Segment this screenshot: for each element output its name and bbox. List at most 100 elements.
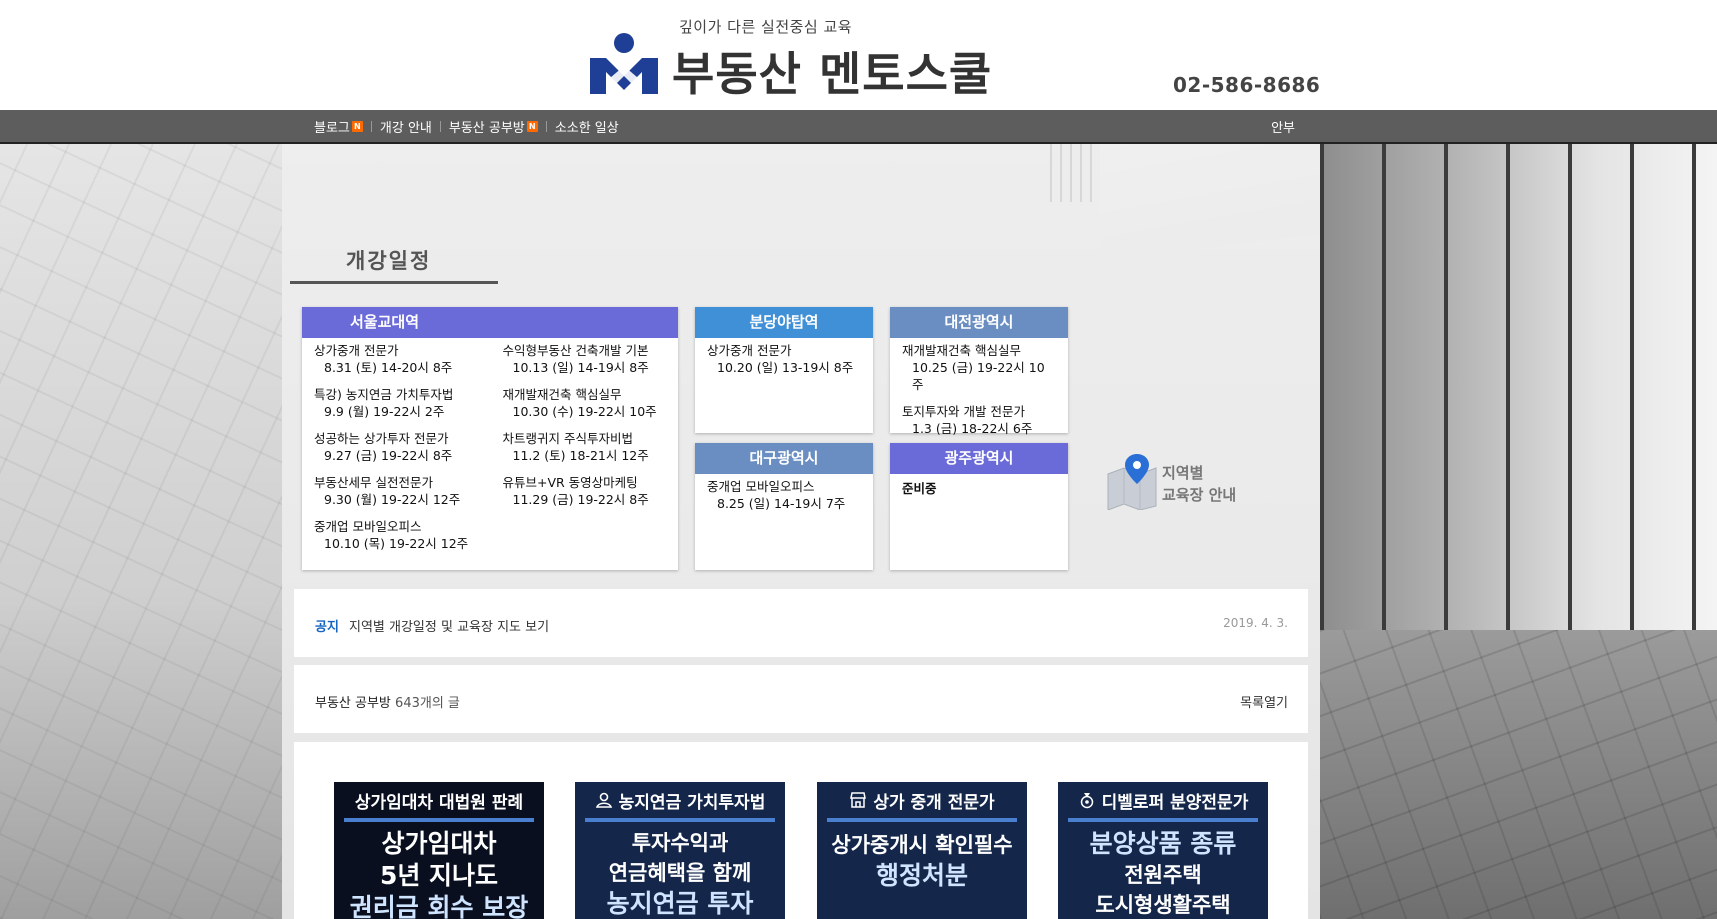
- post-thumbnail[interactable]: 디벨로퍼 분양전문가 분양상품 종류 전원주택 도시형생활주택: [1058, 782, 1268, 919]
- schedule-item[interactable]: 중개업 모바일오피스 8.25 (일) 14-19시 7주: [707, 478, 861, 512]
- schedule-item[interactable]: 중개업 모바일오피스 10.10 (목) 19-22시 12주: [314, 518, 503, 552]
- thumbnail-line: 상가임대차: [381, 829, 497, 858]
- bag-icon: [1080, 793, 1093, 809]
- course-time: 8.31 (토) 14-20시 8주: [324, 360, 453, 375]
- thumbnail-line: 분양상품 종류: [1089, 829, 1237, 858]
- thumbnail-gallery: 상가임대차 대법원 판례 상가임대차 5년 지나도 권리금 회수 보장 농지연금…: [294, 742, 1308, 919]
- map-pin-icon: [1107, 454, 1157, 511]
- schedule-item[interactable]: 부동산세무 실전전문가 9.30 (월) 19-22시 12주: [314, 474, 503, 508]
- notice-date: 2019. 4. 3.: [1223, 616, 1288, 630]
- schedule-item[interactable]: 차트랭귀지 주식투자비법 11.2 (토) 18-21시 12주: [503, 430, 667, 464]
- phone-number: 02-586-8686: [1173, 73, 1321, 97]
- course-name: 상가중개 전문가: [314, 343, 399, 358]
- thumbnail-header: 농지연금 가치투자법: [575, 782, 785, 818]
- schedule-item[interactable]: 유튜브+VR 동영상마케팅 11.29 (금) 19-22시 8주: [503, 474, 667, 508]
- site-header: 깊이가 다른 실전중심 교육 부동산 멘토스쿨 02-586-8686: [0, 0, 1717, 110]
- nav-divider: [439, 120, 441, 132]
- top-nav-inner: 블로그 N 개강 안내 부동산 공부방 N 소소한 일상 안부: [314, 110, 1295, 142]
- nav-item-label: 개강 안내: [379, 120, 432, 136]
- schedule-card-gwangju[interactable]: 광주광역시 준비중: [890, 443, 1068, 570]
- course-name: 재개발재건축 핵심실무: [502, 387, 622, 402]
- schedule-item[interactable]: 재개발재건축 핵심실무 10.25 (금) 19-22시 10주: [902, 342, 1056, 393]
- post-thumbnail[interactable]: 상가임대차 대법원 판례 상가임대차 5년 지나도 권리금 회수 보장: [334, 782, 544, 919]
- schedule-card-bundang[interactable]: 분당야탑역 상가중개 전문가 10.20 (일) 13-19시 8주: [695, 307, 873, 433]
- schedule-card-daejeon[interactable]: 대전광역시 재개발재건축 핵심실무 10.25 (금) 19-22시 10주 토지…: [890, 307, 1068, 436]
- post-thumbnail[interactable]: 상가 중개 전문가 상가중개시 확인필수 행정처분: [817, 782, 1027, 919]
- card-header: 대구광역시: [695, 443, 873, 474]
- notice-label: 공지: [315, 620, 339, 635]
- thumbnail-line: 상가중개시 확인필수: [831, 833, 1013, 857]
- thumbnail-line: 농지연금 투자: [606, 889, 754, 918]
- nav-item-study-room[interactable]: 부동산 공부방 N: [449, 117, 538, 136]
- course-name: 중개업 모바일오피스: [314, 519, 422, 534]
- region-guide-line2: 교육장 안내: [1162, 486, 1237, 504]
- thumbnail-header: 상가임대차 대법원 판례: [334, 782, 544, 818]
- card-body: 재개발재건축 핵심실무 10.25 (금) 19-22시 10주 토지투자와 개발…: [890, 338, 1068, 451]
- nav-divider: [370, 120, 372, 132]
- course-name: 부동산세무 실전전문가: [314, 475, 433, 490]
- card-body: 상가중개 전문가 10.20 (일) 13-19시 8주: [695, 338, 873, 390]
- course-name: 성공하는 상가투자 전문가: [314, 431, 449, 446]
- course-name: 재개발재건축 핵심실무: [902, 343, 1021, 358]
- schedule-item[interactable]: 수익형부동산 건축개발 기본 10.13 (일) 14-19시 8주: [503, 342, 667, 376]
- thumbnail-line: 연금혜택을 함께: [608, 861, 752, 885]
- logo-tagline: 깊이가 다른 실전중심 교육: [679, 18, 853, 36]
- section-title: 개강일정: [346, 249, 432, 273]
- thumbnail-line: 행정처분: [875, 861, 968, 890]
- thumbnail-header: 디벨로퍼 분양전문가: [1058, 782, 1268, 818]
- course-time: 10.20 (일) 13-19시 8주: [717, 360, 854, 375]
- site-title[interactable]: 부동산 멘토스쿨: [672, 38, 992, 104]
- course-name: 토지투자와 개발 전문가: [902, 404, 1025, 419]
- nav-divider: [545, 120, 547, 132]
- schedule-item[interactable]: 재개발재건축 핵심실무 10.30 (수) 19-22시 10주: [503, 386, 667, 420]
- nav-item-course-info[interactable]: 개강 안내: [380, 117, 432, 136]
- region-guide-link[interactable]: 지역별 교육장 안내: [1104, 452, 1254, 511]
- course-name: 특강) 농지연금 가치투자법: [314, 387, 454, 402]
- open-list-button[interactable]: 목록열기: [1240, 692, 1288, 711]
- thumbnail-header-text: 상가 중개 전문가: [873, 792, 995, 813]
- person-icon: [595, 792, 612, 808]
- post-thumbnail[interactable]: 농지연금 가치투자법 투자수익과 연금혜택을 함께 농지연금 투자: [575, 782, 785, 919]
- course-name: 유튜브+VR 동영상마케팅: [502, 475, 638, 490]
- schedule-item[interactable]: 성공하는 상가투자 전문가 9.27 (금) 19-22시 8주: [314, 430, 503, 464]
- notice-link[interactable]: 지역별 개강일정 및 교육장 지도 보기: [349, 616, 549, 635]
- top-nav: 블로그 N 개강 안내 부동산 공부방 N 소소한 일상 안부: [0, 110, 1717, 144]
- thumbnail-line: 권리금 회수 보장: [349, 893, 529, 919]
- new-badge: N: [351, 120, 363, 132]
- card-body: 상가중개 전문가 8.31 (토) 14-20시 8주 특강) 농지연금 가치투자…: [302, 338, 678, 566]
- schedule-card-seoul[interactable]: 서울교대역 상가중개 전문가 8.31 (토) 14-20시 8주 특강) 농지연…: [302, 307, 678, 570]
- schedule-item[interactable]: 토지투자와 개발 전문가 1.3 (금) 18-22시 6주: [902, 403, 1056, 437]
- thumbnail-divider: [1068, 818, 1258, 822]
- course-time: 10.10 (목) 19-22시 12주: [324, 536, 469, 551]
- thumbnail-header-text: 디벨로퍼 분양전문가: [1101, 792, 1249, 813]
- new-badge: N: [526, 120, 538, 132]
- logo-mark-icon[interactable]: [588, 32, 660, 96]
- status-text: 준비중: [902, 481, 937, 496]
- card-header: 분당야탑역: [695, 307, 873, 338]
- thumbnail-divider: [344, 818, 534, 822]
- card-header: 대전광역시: [890, 307, 1068, 338]
- schedule-item[interactable]: 상가중개 전문가 10.20 (일) 13-19시 8주: [707, 342, 861, 376]
- post-list-title: 부동산 공부방 643개의 글: [315, 692, 460, 711]
- nav-item-label: 부동산 공부방: [448, 120, 525, 136]
- course-name: 차트랭귀지 주식투자비법: [502, 431, 633, 446]
- schedule-item[interactable]: 상가중개 전문가 8.31 (토) 14-20시 8주: [314, 342, 503, 376]
- course-time: 11.29 (금) 19-22시 8주: [512, 492, 649, 507]
- background-floor-right: [1320, 630, 1717, 919]
- schedule-item[interactable]: 특강) 농지연금 가치투자법 9.9 (월) 19-22시 2주: [314, 386, 503, 420]
- thumbnail-header-text: 농지연금 가치투자법: [618, 792, 766, 813]
- region-guide-label: 지역별 교육장 안내: [1162, 462, 1236, 506]
- nav-item-label: 블로그: [314, 120, 350, 136]
- card-header: 광주광역시: [890, 443, 1068, 474]
- post-category: 부동산 공부방: [315, 696, 391, 711]
- course-time: 9.30 (월) 19-22시 12주: [324, 492, 461, 507]
- course-time: 1.3 (금) 18-22시 6주: [912, 421, 1033, 436]
- nav-item-guestbook[interactable]: 안부: [1271, 117, 1295, 136]
- store-icon: [850, 792, 867, 808]
- nav-item-blog[interactable]: 블로그 N: [314, 117, 363, 136]
- schedule-card-daegu[interactable]: 대구광역시 중개업 모바일오피스 8.25 (일) 14-19시 7주: [695, 443, 873, 570]
- schedule-column-left: 상가중개 전문가 8.31 (토) 14-20시 8주 특강) 농지연금 가치투자…: [314, 342, 503, 562]
- nav-item-daily-life[interactable]: 소소한 일상: [555, 117, 619, 136]
- thumbnail-divider: [827, 818, 1017, 822]
- notice-bar: 공지 지역별 개강일정 및 교육장 지도 보기 2019. 4. 3.: [294, 589, 1308, 657]
